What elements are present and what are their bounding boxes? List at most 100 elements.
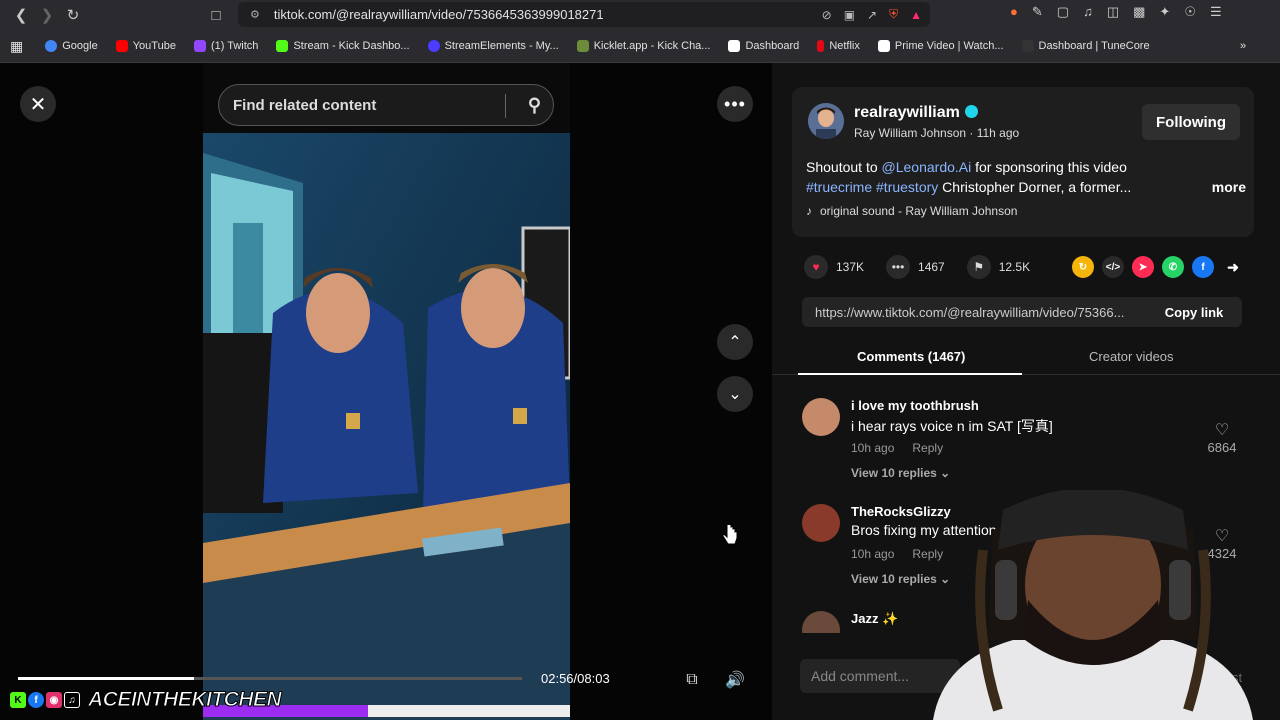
comment-button[interactable]: ••• 1467 xyxy=(886,255,945,279)
back-icon[interactable]: ❮ xyxy=(8,2,34,28)
no-track-icon[interactable]: ⊘ xyxy=(822,8,832,22)
brave-shield-icon[interactable]: ⛨ xyxy=(889,7,898,22)
webcam-overlay xyxy=(933,490,1253,720)
bookmark-kicklet[interactable]: Kicklet.app - Kick Cha... xyxy=(576,40,710,52)
embed-icon[interactable]: </> xyxy=(1102,256,1124,278)
address-bar[interactable]: ⚙ tiktok.com/@realraywilliam/video/75366… xyxy=(238,2,930,27)
floating-player-icon[interactable]: ⧉ xyxy=(678,666,706,694)
view-replies-button[interactable]: View 10 replies ⌄ xyxy=(851,466,950,480)
share-page-icon[interactable]: ↗ xyxy=(867,8,877,22)
extensions-icon[interactable]: ✎ xyxy=(1032,4,1043,20)
cast-icon[interactable]: ▣ xyxy=(844,8,855,22)
streamelements-icon xyxy=(427,40,440,52)
like-button[interactable]: ♥ 137K xyxy=(804,255,864,279)
repost-icon[interactable]: ↻ xyxy=(1072,256,1094,278)
sidebar-icon[interactable]: ◫ xyxy=(1107,4,1119,20)
vpn-icon[interactable]: ☉ xyxy=(1184,4,1196,20)
site-info-icon[interactable]: ⚙ xyxy=(250,8,260,21)
active-tab-indicator xyxy=(798,373,1022,375)
more-description-button[interactable]: more xyxy=(1212,177,1246,197)
facebook-icon[interactable]: f xyxy=(1192,256,1214,278)
brave-rewards-icon[interactable]: ▲ xyxy=(910,8,922,22)
kicklet-icon xyxy=(576,40,589,52)
previous-video-button[interactable]: ⌃ xyxy=(717,324,753,360)
kick-logo-icon: K xyxy=(10,692,26,708)
chevron-up-icon: ⌃ xyxy=(728,334,742,351)
youtube-icon xyxy=(115,40,128,52)
panel-tabs: Comments (1467) Creator videos xyxy=(772,343,1280,375)
commenter-name[interactable]: Jazz ✨ xyxy=(851,611,898,627)
bookmark-netflix[interactable]: Netflix xyxy=(817,40,860,52)
share-arrow-icon[interactable]: ➜ xyxy=(1222,256,1244,278)
more-options-button[interactable]: ••• xyxy=(717,86,753,122)
video-progress-bar[interactable] xyxy=(18,677,522,680)
search-divider xyxy=(505,94,506,118)
post-info-card: realraywilliam Ray William Johnson · 11h… xyxy=(792,87,1254,237)
apps-icon[interactable]: ▦ xyxy=(10,38,23,55)
netflix-icon xyxy=(817,40,825,52)
search-placeholder: Find related content xyxy=(233,96,377,114)
browser-toolbar: ❮ ❯ ↻ □ ⚙ tiktok.com/@realraywilliam/vid… xyxy=(0,0,1280,30)
dashboard-icon xyxy=(728,40,741,52)
reload-icon[interactable]: ↻ xyxy=(60,2,86,28)
bookmark-google[interactable]: Google xyxy=(45,40,98,52)
following-button[interactable]: Following xyxy=(1142,104,1240,140)
favorite-button[interactable]: ⚑ 12.5K xyxy=(966,255,1030,279)
commenter-name[interactable]: i love my toothbrush xyxy=(851,398,979,413)
reply-button[interactable]: Reply xyxy=(912,441,943,455)
creator-subline: Ray William Johnson · 11h ago xyxy=(854,126,1020,140)
related-search-input[interactable]: Find related content ⚲ xyxy=(218,84,554,126)
send-icon[interactable]: ➤ xyxy=(1132,256,1154,278)
tab-icon[interactable]: ▢ xyxy=(1057,4,1069,20)
whatsapp-icon[interactable]: ✆ xyxy=(1162,256,1184,278)
bookmark-youtube[interactable]: YouTube xyxy=(115,40,176,52)
bookmark-twitch[interactable]: (1) Twitch xyxy=(193,40,258,52)
extension-fox-icon[interactable]: ● xyxy=(1010,4,1018,20)
hashtag-links[interactable]: #truecrime #truestory xyxy=(806,179,938,195)
bookmark-tunecore[interactable]: Dashboard | TuneCore xyxy=(1021,40,1150,52)
copy-link-button[interactable]: Copy link xyxy=(1146,297,1242,327)
volume-icon[interactable]: 🔊 xyxy=(721,666,749,694)
video-progress-fill xyxy=(18,677,195,680)
bookmark-streamelements[interactable]: StreamElements - My... xyxy=(427,40,559,52)
wallet-icon[interactable]: ▩ xyxy=(1133,4,1145,20)
search-icon[interactable]: ⚲ xyxy=(528,95,541,116)
twitch-icon xyxy=(193,40,206,52)
creator-avatar[interactable] xyxy=(808,103,844,139)
share-link-field[interactable]: https://www.tiktok.com/@realraywilliam/v… xyxy=(802,297,1242,327)
leo-icon[interactable]: ✦ xyxy=(1159,4,1170,20)
comment-like-button[interactable]: ♡ 6864 xyxy=(1202,420,1242,455)
commenter-avatar[interactable] xyxy=(802,398,840,436)
commenter-avatar[interactable] xyxy=(802,611,840,633)
verified-icon xyxy=(964,105,978,118)
commenter-avatar[interactable] xyxy=(802,504,840,542)
video-frame-illustration xyxy=(203,63,570,720)
music-note-icon: ♪ xyxy=(806,204,812,218)
close-video-button[interactable]: ✕ xyxy=(20,86,56,122)
more-bookmarks-icon[interactable]: » xyxy=(1240,40,1246,52)
url-text: tiktok.com/@realraywilliam/video/7536645… xyxy=(273,7,604,22)
tab-comments[interactable]: Comments (1467) xyxy=(857,349,965,364)
bookmark-kick[interactable]: Stream - Kick Dashbo... xyxy=(276,40,410,52)
mention-link[interactable]: @Leonardo.Ai xyxy=(882,159,972,175)
comment-bubble-icon: ••• xyxy=(886,255,911,279)
bookmark-icon[interactable]: □ xyxy=(203,2,229,28)
creator-username[interactable]: realraywilliam xyxy=(854,104,978,122)
sound-link[interactable]: ♪ original sound - Ray William Johnson xyxy=(806,204,1017,218)
music-icon[interactable]: ♫ xyxy=(1083,4,1093,20)
video-player[interactable] xyxy=(203,63,570,720)
bookmark-dashboard[interactable]: Dashboard xyxy=(728,40,799,52)
next-video-button[interactable]: ⌄ xyxy=(717,376,753,412)
facebook-logo-icon: f xyxy=(28,692,44,708)
share-link-text: https://www.tiktok.com/@realraywilliam/v… xyxy=(815,304,1125,320)
tiktok-logo-icon: ♫ xyxy=(64,692,80,708)
heart-icon: ♥ xyxy=(804,255,828,279)
video-time: 02:56/08:03 xyxy=(541,671,610,686)
menu-icon[interactable]: ☰ xyxy=(1210,4,1222,20)
bookmark-prime-video[interactable]: Prime Video | Watch... xyxy=(877,40,1004,52)
tunecore-icon xyxy=(1021,40,1034,52)
forward-icon[interactable]: ❯ xyxy=(34,2,60,28)
creator-avatar-image xyxy=(808,103,844,139)
tab-creator-videos[interactable]: Creator videos xyxy=(1089,349,1174,364)
kick-icon xyxy=(276,40,289,52)
